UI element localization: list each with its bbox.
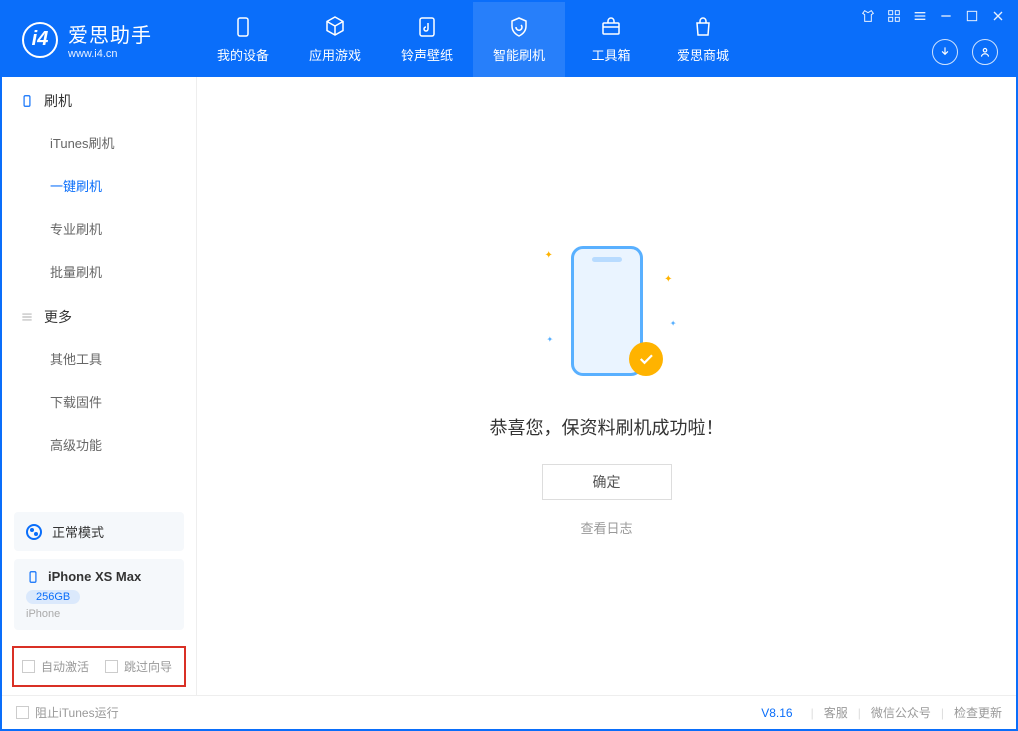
shirt-icon[interactable]	[860, 8, 876, 24]
nav-tab-smart-flash[interactable]: 智能刷机	[473, 2, 565, 77]
sidebar-item-batch-flash[interactable]: 批量刷机	[2, 250, 196, 293]
footer-right: V8.16 | 客服 | 微信公众号 | 检查更新	[761, 704, 1002, 721]
sidebar: 刷机 iTunes刷机 一键刷机 专业刷机 批量刷机 更多 其他工具 下载固件 …	[2, 77, 197, 695]
window-controls	[860, 8, 1006, 24]
bag-icon	[691, 15, 715, 39]
app-window: i4 爱思助手 www.i4.cn 我的设备 应用游戏 铃声壁纸 智能刷机	[0, 0, 1018, 731]
sidebar-item-pro-flash[interactable]: 专业刷机	[2, 207, 196, 250]
user-button[interactable]	[972, 39, 998, 65]
nav-tabs: 我的设备 应用游戏 铃声壁纸 智能刷机 工具箱 爱思商城	[197, 2, 749, 77]
body-area: 刷机 iTunes刷机 一键刷机 专业刷机 批量刷机 更多 其他工具 下载固件 …	[2, 77, 1016, 695]
list-icon	[20, 310, 34, 324]
check-badge-icon	[629, 342, 663, 376]
minimize-icon[interactable]	[938, 8, 954, 24]
sidebar-item-advanced[interactable]: 高级功能	[2, 423, 196, 466]
logo-text: 爱思助手 www.i4.cn	[68, 19, 152, 60]
sidebar-item-other-tools[interactable]: 其他工具	[2, 337, 196, 380]
device-type: iPhone	[26, 608, 172, 620]
bottom-checkbox-group: 自动激活 跳过向导	[12, 646, 186, 687]
nav-tab-apps-games[interactable]: 应用游戏	[289, 2, 381, 77]
device-storage-badge: 256GB	[26, 590, 80, 604]
nav-label: 智能刷机	[493, 45, 545, 64]
device-name-row: iPhone XS Max	[26, 569, 172, 584]
confirm-button[interactable]: 确定	[542, 464, 672, 500]
title-bar: i4 爱思助手 www.i4.cn 我的设备 应用游戏 铃声壁纸 智能刷机	[2, 2, 1016, 77]
checkbox-skip-guide[interactable]: 跳过向导	[105, 658, 172, 675]
mode-label: 正常模式	[52, 522, 104, 541]
maximize-icon[interactable]	[964, 8, 980, 24]
version-label: V8.16	[761, 706, 792, 720]
view-log-link[interactable]: 查看日志	[580, 518, 632, 537]
toolbox-icon	[599, 15, 623, 39]
nav-tab-toolbox[interactable]: 工具箱	[565, 2, 657, 77]
separator: |	[811, 706, 814, 720]
checkbox-label: 跳过向导	[124, 658, 172, 675]
success-message: 恭喜您，保资料刷机成功啦！	[490, 414, 724, 440]
sidebar-section-flash: 刷机	[2, 77, 196, 121]
footer-link-wechat[interactable]: 微信公众号	[871, 704, 931, 721]
device-name: iPhone XS Max	[48, 569, 141, 584]
nav-label: 我的设备	[217, 45, 269, 64]
sparkle-icon: ✦	[670, 319, 677, 328]
footer-link-update[interactable]: 检查更新	[954, 704, 1002, 721]
footer-link-support[interactable]: 客服	[824, 704, 848, 721]
menu-icon[interactable]	[912, 8, 928, 24]
separator: |	[858, 706, 861, 720]
logo-area: i4 爱思助手 www.i4.cn	[2, 19, 197, 60]
checkbox-block-itunes[interactable]: 阻止iTunes运行	[16, 704, 119, 721]
close-icon[interactable]	[990, 8, 1006, 24]
checkbox-label: 自动激活	[41, 658, 89, 675]
device-icon	[231, 15, 255, 39]
app-url: www.i4.cn	[68, 48, 152, 60]
cube-icon	[323, 15, 347, 39]
mode-box[interactable]: 正常模式	[14, 512, 184, 551]
device-phone-icon	[26, 570, 40, 584]
nav-label: 工具箱	[591, 45, 630, 64]
sidebar-item-download-firmware[interactable]: 下载固件	[2, 380, 196, 423]
success-illustration: ✦ ✦ ✦ ✦	[527, 236, 687, 386]
grid-icon[interactable]	[886, 8, 902, 24]
sidebar-item-oneclick-flash[interactable]: 一键刷机	[2, 164, 196, 207]
nav-tab-my-device[interactable]: 我的设备	[197, 2, 289, 77]
separator: |	[941, 706, 944, 720]
music-file-icon	[415, 15, 439, 39]
logo-icon: i4	[22, 22, 58, 58]
checkbox-box	[16, 706, 29, 719]
nav-tab-store[interactable]: 爱思商城	[657, 2, 749, 77]
main-content: ✦ ✦ ✦ ✦ 恭喜您，保资料刷机成功啦！ 确定 查看日志	[197, 77, 1016, 695]
nav-label: 铃声壁纸	[401, 45, 453, 64]
nav-label: 爱思商城	[677, 45, 729, 64]
sparkle-icon: ✦	[545, 250, 553, 261]
checkbox-auto-activate[interactable]: 自动激活	[22, 658, 89, 675]
section-title: 更多	[44, 307, 72, 327]
phone-icon	[20, 94, 34, 108]
download-button[interactable]	[932, 39, 958, 65]
sidebar-section-more: 更多	[2, 293, 196, 337]
sidebar-item-itunes-flash[interactable]: iTunes刷机	[2, 121, 196, 164]
checkbox-box	[22, 660, 35, 673]
sparkle-icon: ✦	[664, 274, 672, 285]
section-title: 刷机	[44, 91, 72, 111]
user-icon	[978, 45, 992, 59]
checkbox-label: 阻止iTunes运行	[35, 704, 119, 721]
mode-icon	[26, 524, 42, 540]
download-icon	[938, 45, 952, 59]
device-box[interactable]: iPhone XS Max 256GB iPhone	[14, 559, 184, 630]
footer: 阻止iTunes运行 V8.16 | 客服 | 微信公众号 | 检查更新	[2, 695, 1016, 729]
checkbox-box	[105, 660, 118, 673]
shield-refresh-icon	[507, 15, 531, 39]
header-actions	[932, 39, 998, 65]
nav-label: 应用游戏	[309, 45, 361, 64]
sparkle-icon: ✦	[547, 335, 554, 344]
nav-tab-ringtones[interactable]: 铃声壁纸	[381, 2, 473, 77]
app-title: 爱思助手	[68, 19, 152, 48]
